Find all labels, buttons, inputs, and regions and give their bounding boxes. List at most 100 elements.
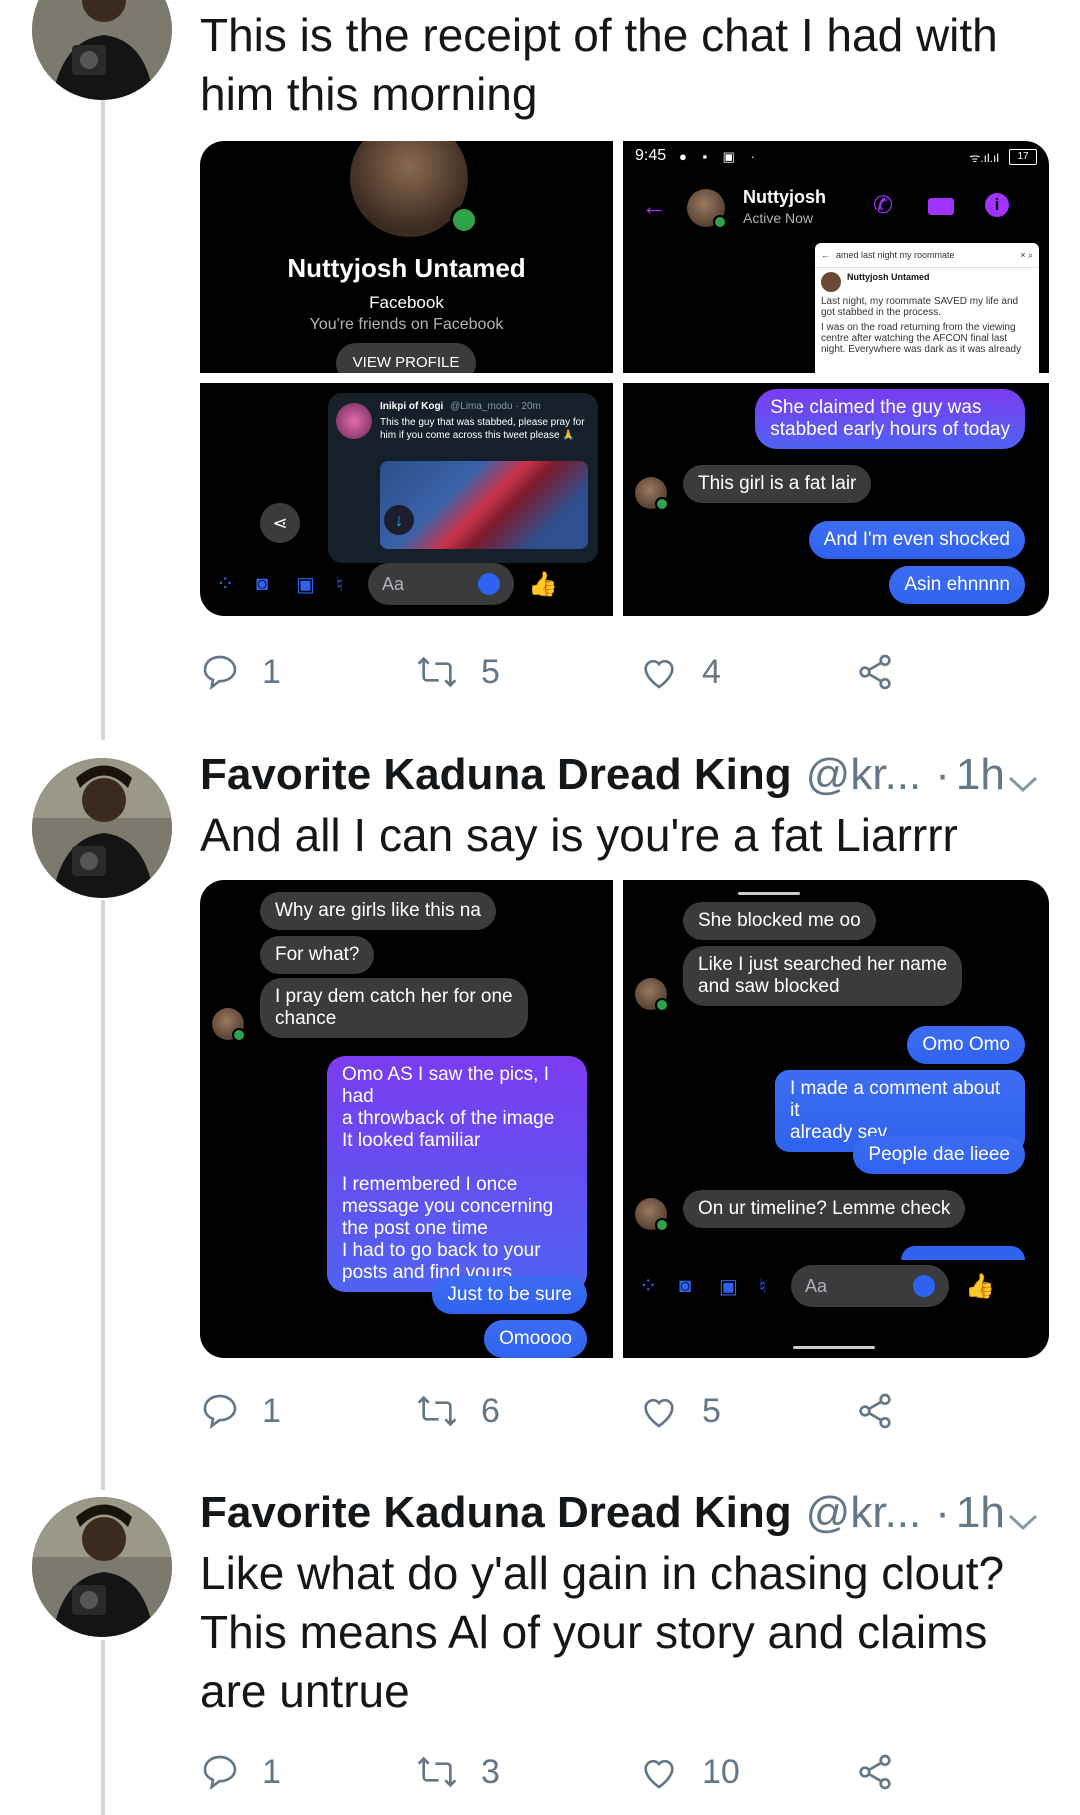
post-line1: Last night, my roommate SAVED my life an… bbox=[821, 296, 1019, 318]
message-sent[interactable]: Omoooo bbox=[484, 1320, 587, 1358]
share-icon bbox=[859, 1754, 891, 1790]
like-thumb-icon[interactable]: 👍 bbox=[965, 1272, 995, 1301]
timestamp[interactable]: 1h bbox=[956, 750, 1005, 800]
message-received[interactable]: This girl is a fat lair bbox=[683, 465, 872, 503]
mic-icon[interactable]: ♮ bbox=[336, 572, 368, 597]
reply-icon bbox=[203, 655, 237, 691]
author-name[interactable]: Favorite Kaduna Dread King bbox=[200, 1488, 792, 1538]
info-icon[interactable]: i bbox=[985, 193, 1009, 217]
back-arrow-icon[interactable]: ← bbox=[641, 191, 667, 222]
like-button[interactable]: 4 bbox=[638, 647, 721, 697]
retweet-button[interactable]: 6 bbox=[415, 1386, 500, 1436]
message-sent[interactable]: She claimed the guy was stabbed early ho… bbox=[755, 389, 1025, 449]
post-search-bar: ← amed last night my roommate × ⌕ bbox=[815, 243, 1039, 268]
retweet-icon bbox=[417, 1756, 457, 1788]
tweet-body: This the guy that was stabbed, please pr… bbox=[380, 417, 585, 441]
camera-icon[interactable]: ◙ bbox=[679, 1275, 719, 1298]
shared-post-card[interactable]: ← amed last night my roommate × ⌕ Nuttyjos… bbox=[815, 243, 1039, 373]
message-received[interactable]: She blocked me oo bbox=[683, 902, 876, 940]
author-handle[interactable]: @kr... bbox=[806, 1488, 922, 1538]
message-sent[interactable]: Omo Omo bbox=[907, 1026, 1025, 1064]
online-dot bbox=[450, 206, 478, 234]
image-icon[interactable]: ▣ bbox=[719, 1274, 759, 1299]
tweet-actions: 1 3 10 bbox=[200, 1747, 920, 1797]
media-grid[interactable]: Why are girls like this na For what? I p… bbox=[200, 880, 1049, 1358]
chevron-down-icon[interactable] bbox=[1006, 773, 1040, 795]
tweet-header: Favorite Kaduna Dread King @kr... · 1h bbox=[200, 1488, 1040, 1538]
drag-handle bbox=[738, 892, 800, 895]
message-sent[interactable]: Asin ehnnnn bbox=[889, 566, 1025, 604]
retweet-button[interactable]: 5 bbox=[415, 647, 500, 697]
post-line2: I was on the road returning from the vie… bbox=[821, 322, 1022, 355]
share-button[interactable] bbox=[855, 647, 917, 697]
message-received[interactable]: On ur timeline? Lemme check bbox=[683, 1190, 966, 1228]
message-received[interactable]: Like I just searched her name and saw bl… bbox=[683, 946, 963, 1006]
shared-tweet-card[interactable]: Inikpi of Kogi @Lima_modu · 20m This the… bbox=[328, 393, 598, 563]
like-thumb-icon[interactable]: 👍 bbox=[528, 570, 558, 599]
apps-icon[interactable]: ⁘ bbox=[639, 1273, 679, 1299]
screenshot-profile[interactable]: Nuttyjosh Untamed Facebook You're friend… bbox=[200, 141, 613, 373]
message-input[interactable]: Aa bbox=[368, 563, 514, 605]
message-sent[interactable]: Omo AS I saw the pics, I had a throwback… bbox=[327, 1056, 587, 1292]
camera-icon[interactable]: ◙ bbox=[256, 573, 296, 596]
tweet-author-meta: @Lima_modu · 20m bbox=[450, 401, 541, 412]
apps-icon[interactable]: ⁘ bbox=[216, 571, 256, 597]
tweet-header: Favorite Kaduna Dread King @kr... · 1h bbox=[200, 750, 1040, 800]
avatar[interactable] bbox=[32, 758, 172, 898]
share-button[interactable] bbox=[855, 1747, 917, 1797]
screenshot-chat-1[interactable]: She claimed the guy was stabbed early ho… bbox=[623, 383, 1049, 616]
reply-button[interactable]: 1 bbox=[200, 1747, 281, 1797]
tweet-text: Like what do y'all gain in chasing clout… bbox=[200, 1547, 1005, 1717]
message-sent[interactable]: And I'm even shocked bbox=[808, 521, 1025, 559]
share-icon[interactable]: ⋖ bbox=[260, 503, 300, 543]
reply-icon bbox=[203, 1394, 237, 1430]
profile-friends: You're friends on Facebook bbox=[309, 316, 504, 333]
composer-bar: ⁘ ◙ ▣ ♮ Aa 👍 bbox=[216, 561, 602, 607]
message-received[interactable]: Why are girls like this na bbox=[260, 892, 496, 930]
avatar[interactable] bbox=[32, 1497, 172, 1637]
thread-line bbox=[101, 900, 105, 1490]
mic-icon[interactable]: ♮ bbox=[759, 1274, 791, 1299]
profile-network: Facebook bbox=[369, 293, 444, 312]
share-button[interactable] bbox=[855, 1386, 917, 1436]
emoji-icon[interactable] bbox=[478, 573, 500, 595]
contact-avatar bbox=[212, 1008, 246, 1042]
signal-icon: ᯤ.ıl.ıl bbox=[969, 151, 999, 165]
timestamp[interactable]: 1h bbox=[956, 1488, 1005, 1538]
screenshot-chat-3[interactable]: She blocked me oo Like I just searched h… bbox=[623, 880, 1049, 1358]
reply-button[interactable]: 1 bbox=[200, 647, 281, 697]
media-grid[interactable]: Nuttyjosh Untamed Facebook You're friend… bbox=[200, 141, 1049, 616]
contact-avatar bbox=[635, 1198, 669, 1232]
screenshot-chat-2[interactable]: Why are girls like this na For what? I p… bbox=[200, 880, 613, 1358]
author-handle[interactable]: @kr... bbox=[806, 750, 922, 800]
like-button[interactable]: 10 bbox=[638, 1747, 740, 1797]
message-sent[interactable]: Just to be sure bbox=[432, 1276, 587, 1314]
contact-name: Nuttyjosh bbox=[743, 187, 826, 207]
video-call-icon[interactable] bbox=[928, 198, 954, 215]
like-button[interactable]: 5 bbox=[638, 1386, 721, 1436]
message-input[interactable]: Aa bbox=[791, 1265, 949, 1307]
call-icon[interactable]: ✆ bbox=[873, 191, 893, 220]
contact-avatar bbox=[635, 978, 669, 1012]
message-received[interactable]: I pray dem catch her for one chance bbox=[260, 978, 528, 1038]
screenshot-shared-tweet[interactable]: Inikpi of Kogi @Lima_modu · 20m This the… bbox=[200, 383, 613, 616]
contact-avatar bbox=[687, 189, 727, 229]
thread-line bbox=[101, 1640, 105, 1815]
reply-button[interactable]: 1 bbox=[200, 1386, 281, 1436]
status-clock: 9:45 bbox=[635, 147, 667, 164]
author-name[interactable]: Favorite Kaduna Dread King bbox=[200, 750, 792, 800]
contact-presence: Active Now bbox=[743, 210, 814, 226]
home-indicator bbox=[793, 1346, 875, 1349]
thread-line bbox=[101, 100, 105, 740]
chevron-down-icon[interactable] bbox=[1006, 1511, 1040, 1533]
image-icon[interactable]: ▣ bbox=[296, 572, 336, 597]
message-received[interactable]: For what? bbox=[260, 936, 375, 974]
view-profile-button[interactable]: VIEW PROFILE bbox=[336, 343, 476, 373]
message-sent[interactable]: People dae lieee bbox=[853, 1136, 1025, 1174]
avatar[interactable] bbox=[32, 0, 172, 100]
download-icon[interactable]: ↓ bbox=[384, 505, 414, 535]
emoji-icon[interactable] bbox=[913, 1275, 935, 1297]
screenshot-chat-header[interactable]: 9:45 ● ▪ ▣ · ᯤ.ıl.ıl 17 ← Nuttyjosh Acti… bbox=[623, 141, 1049, 373]
heart-icon bbox=[644, 1759, 674, 1789]
retweet-button[interactable]: 3 bbox=[415, 1747, 500, 1797]
